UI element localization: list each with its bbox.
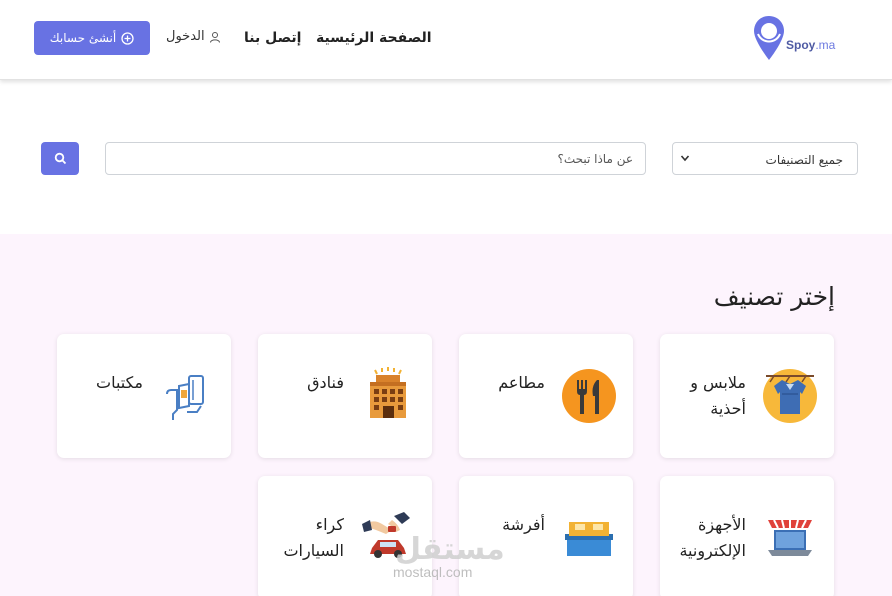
- category-card-clothes[interactable]: ملابس و أحذية: [660, 334, 834, 458]
- category-label: أفرشة: [502, 515, 545, 534]
- category-select[interactable]: جميع التصنيفات: [672, 142, 858, 175]
- category-card-furniture[interactable]: أفرشة: [459, 476, 633, 596]
- logo-name: Spoy: [786, 38, 816, 52]
- signup-label: أنشئ حسابك: [49, 31, 117, 45]
- plus-circle-icon: [121, 31, 134, 45]
- search-icon: [54, 152, 66, 165]
- categories-section: إختر تصنيف ملابس و أحذية مطاعم فنادق مكت…: [0, 234, 892, 596]
- location-pin-icon: [754, 16, 784, 60]
- chevron-down-icon: [680, 155, 690, 162]
- login-label: الدخول: [166, 29, 205, 44]
- category-label: كراء: [315, 515, 344, 534]
- category-card-electronics[interactable]: الأجهزة الإلكترونية: [660, 476, 834, 596]
- nav-contact-link[interactable]: إتصل بنا: [244, 30, 301, 46]
- nav-home-link[interactable]: الصفحة الرئيسية: [316, 30, 432, 46]
- category-label: مكتبات: [96, 373, 143, 392]
- category-label: السيارات: [283, 541, 344, 560]
- category-label: الإلكترونية: [679, 541, 746, 560]
- category-card-restaurants[interactable]: مطاعم: [459, 334, 633, 458]
- category-label: ملابس و: [690, 373, 746, 392]
- clothes-icon: [763, 369, 817, 423]
- furniture-icon: [565, 522, 613, 556]
- search-input[interactable]: [105, 142, 646, 175]
- category-card-libraries[interactable]: مكتبات: [57, 334, 231, 458]
- user-icon: [209, 31, 220, 43]
- category-label: مطاعم: [498, 373, 545, 392]
- category-label: فنادق: [307, 373, 344, 392]
- restaurant-icon: [562, 369, 616, 423]
- category-label: الأجهزة: [697, 515, 746, 534]
- electronics-icon: [768, 519, 812, 556]
- logo[interactable]: Spoy.ma: [752, 14, 852, 66]
- site-header: Spoy.ma الصفحة الرئيسية إتصل بنا الدخول …: [0, 0, 892, 80]
- categories-title: إختر تصنيف: [713, 282, 835, 311]
- logo-tld: .ma: [815, 38, 836, 52]
- hotel-icon: [370, 367, 406, 418]
- car-rental-icon: [362, 512, 410, 558]
- category-card-car-rental[interactable]: كراء السيارات: [258, 476, 432, 596]
- login-link[interactable]: الدخول: [166, 29, 221, 44]
- category-select-value: جميع التصنيفات: [765, 153, 843, 167]
- signup-button[interactable]: أنشئ حسابك: [34, 21, 150, 55]
- category-label: أحذية: [710, 399, 746, 418]
- library-icon: [166, 375, 204, 420]
- category-card-hotels[interactable]: فنادق: [258, 334, 432, 458]
- search-button[interactable]: [41, 142, 79, 175]
